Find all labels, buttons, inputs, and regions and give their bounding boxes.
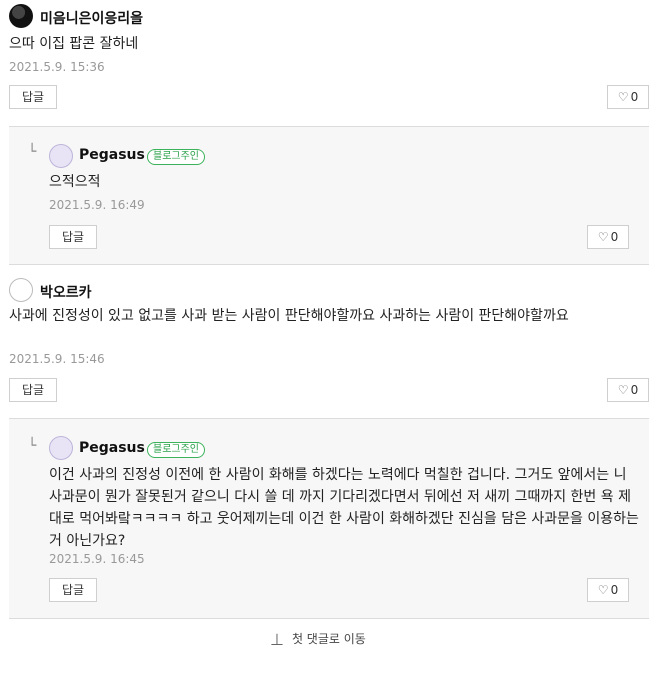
avatar[interactable] (9, 4, 33, 28)
like-count: 0 (630, 383, 639, 397)
reply-date: 2021.5.9. 16:49 (49, 198, 145, 212)
like-button[interactable]: ♡ 0 (607, 85, 649, 109)
comment-section: 미음니은이응리을 으따 이집 팝콘 잘하네 2021.5.9. 15:36 답글… (0, 0, 660, 674)
reply-indicator-icon: └ (28, 438, 37, 454)
reply-author[interactable]: Pegasus (79, 147, 145, 163)
avatar[interactable] (9, 278, 33, 302)
comment-date: 2021.5.9. 15:46 (9, 352, 105, 366)
blog-owner-badge: 블로그주인 (147, 149, 205, 165)
avatar[interactable] (49, 144, 73, 168)
heart-icon: ♡ (597, 230, 609, 244)
reply-text: 이건 사과의 진정성 이전에 한 사람이 화해를 하겠다는 노력에다 먹칠한 겁… (49, 467, 639, 549)
arrow-up-icon: ⊥ (270, 630, 284, 649)
comment-author[interactable]: 미음니은이응리을 (40, 8, 143, 28)
reply-button[interactable]: 답글 (9, 378, 57, 402)
divider (9, 618, 649, 619)
comment-date: 2021.5.9. 15:36 (9, 60, 105, 74)
reply-indicator-icon: └ (28, 144, 37, 160)
heart-icon: ♡ (597, 583, 609, 597)
go-first-label: 첫 댓글로 이동 (291, 632, 366, 646)
go-first-comment-link[interactable]: ⊥ 첫 댓글로 이동 (270, 630, 366, 649)
like-count: 0 (610, 583, 619, 597)
reply-author[interactable]: Pegasus (79, 440, 145, 456)
like-count: 0 (610, 230, 619, 244)
like-count: 0 (630, 90, 639, 104)
reply-button[interactable]: 답글 (49, 578, 97, 602)
divider (9, 264, 649, 265)
like-button[interactable]: ♡ 0 (587, 225, 629, 249)
heart-icon: ♡ (617, 383, 629, 397)
like-button[interactable]: ♡ 0 (587, 578, 629, 602)
reply-date: 2021.5.9. 16:45 (49, 552, 145, 566)
comment-author[interactable]: 박오르카 (40, 282, 92, 302)
heart-icon: ♡ (617, 90, 629, 104)
like-button[interactable]: ♡ 0 (607, 378, 649, 402)
comment-text: 사과에 진정성이 있고 없고를 사과 받는 사람이 판단해야할까요 사과하는 사… (9, 308, 569, 324)
reply-text: 으적으적 (49, 174, 101, 190)
comment-text: 으따 이집 팝콘 잘하네 (9, 36, 139, 52)
reply-button[interactable]: 답글 (9, 85, 57, 109)
blog-owner-badge: 블로그주인 (147, 442, 205, 458)
reply-button[interactable]: 답글 (49, 225, 97, 249)
avatar[interactable] (49, 436, 73, 460)
